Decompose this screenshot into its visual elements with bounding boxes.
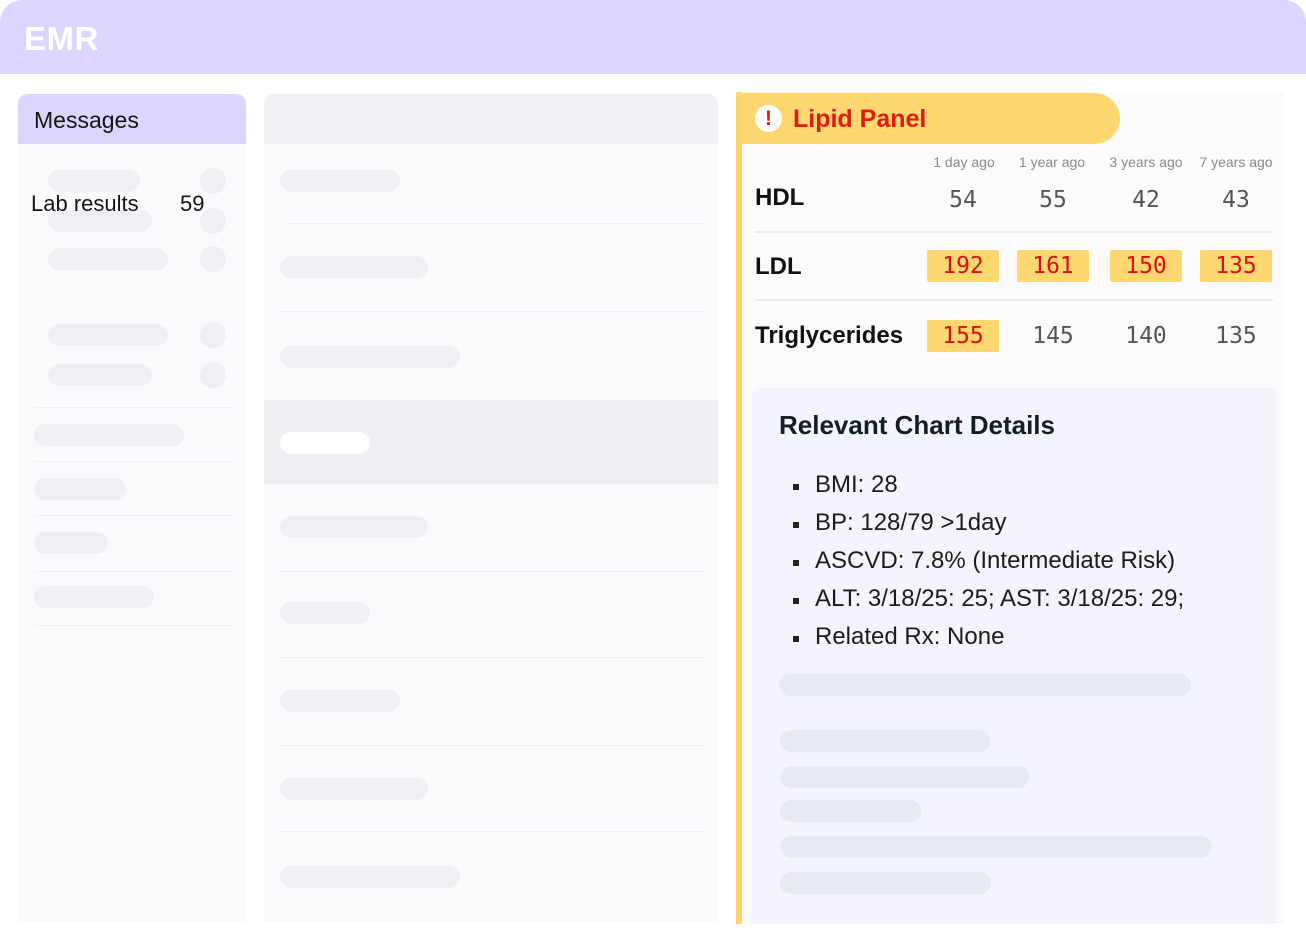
sidebar-item-placeholder[interactable]: [48, 248, 168, 270]
list-divider: [280, 745, 704, 746]
lab-detail-panel-accent: [736, 92, 742, 924]
sidebar-divider: [34, 571, 232, 572]
detail-item-ascvd: ASCVD: 7.8% (Intermediate Risk): [815, 547, 1176, 574]
sidebar-section-placeholder[interactable]: [34, 532, 108, 554]
list-divider: [288, 223, 704, 224]
sidebar-section-placeholder[interactable]: [34, 478, 126, 500]
sidebar-header[interactable]: Messages: [18, 94, 246, 144]
message-list-header: [264, 94, 718, 144]
detail-item-liver-enzymes: ALT: 3/18/25: 25; AST: 3/18/25: 29;: [815, 585, 1185, 612]
list-item-placeholder[interactable]: [280, 690, 400, 712]
column-header: 1 year ago: [1018, 154, 1086, 170]
list-divider: [280, 571, 704, 572]
sidebar-section-placeholder[interactable]: [34, 586, 154, 608]
triglycerides-value: 155: [927, 320, 999, 352]
list-divider: [280, 311, 704, 312]
sidebar-item-badge-placeholder: [200, 246, 226, 272]
alert-icon: !: [755, 105, 782, 132]
ldl-value: 192: [927, 250, 999, 282]
details-placeholder: [780, 836, 1212, 858]
sidebar-item-placeholder[interactable]: [48, 170, 140, 192]
sidebar-divider: [34, 407, 232, 408]
triglycerides-value: 140: [1125, 323, 1167, 349]
hdl-value: 42: [1132, 187, 1160, 213]
sidebar-divider: [34, 461, 232, 462]
sidebar-item-placeholder[interactable]: [48, 324, 168, 346]
app-header: EMR: [0, 0, 1306, 74]
list-item-placeholder[interactable]: [280, 170, 400, 192]
row-label-ldl: LDL: [755, 253, 802, 280]
hdl-value: 43: [1222, 187, 1250, 213]
bullet-marker: [793, 560, 799, 566]
lab-results-count: 59: [180, 191, 205, 216]
row-divider: [755, 231, 1273, 233]
app-title: EMR: [24, 20, 99, 57]
triglycerides-value: 145: [1032, 323, 1074, 349]
column-header: 7 years ago: [1199, 154, 1273, 170]
sidebar-divider: [34, 515, 232, 516]
column-header: 3 years ago: [1109, 154, 1183, 170]
triglycerides-value: 135: [1215, 323, 1257, 349]
sidebar-item-badge-placeholder: [200, 322, 226, 348]
bullet-marker: [793, 598, 799, 604]
hdl-value: 54: [949, 187, 977, 213]
bullet-marker: [793, 484, 799, 490]
list-item-placeholder[interactable]: [280, 346, 460, 368]
column-header: 1 day ago: [933, 154, 995, 170]
list-divider: [280, 657, 704, 658]
sidebar-title: Messages: [34, 107, 139, 133]
list-item-placeholder[interactable]: [280, 602, 370, 624]
ldl-value: 161: [1017, 250, 1089, 282]
details-placeholder: [780, 730, 990, 752]
list-item-placeholder[interactable]: [280, 866, 460, 888]
list-item-placeholder[interactable]: [280, 256, 428, 278]
row-label-hdl: HDL: [755, 184, 805, 211]
list-item-placeholder[interactable]: [280, 516, 428, 538]
hdl-value: 55: [1039, 187, 1067, 213]
chart-details-title: Relevant Chart Details: [779, 410, 1055, 440]
list-item-placeholder[interactable]: [280, 778, 428, 800]
bullet-marker: [793, 522, 799, 528]
list-divider: [280, 831, 704, 832]
sidebar-item-lab-results[interactable]: Lab results: [31, 191, 139, 217]
sidebar-section-placeholder[interactable]: [34, 424, 184, 446]
sidebar-divider: [34, 625, 232, 626]
detail-item-related-rx: Related Rx: None: [815, 623, 1005, 650]
detail-item-bp: BP: 128/79 >1day: [815, 509, 1007, 536]
bullet-marker: [793, 636, 799, 642]
row-divider: [755, 299, 1273, 301]
sidebar-item-placeholder[interactable]: [48, 364, 152, 386]
details-placeholder: [779, 674, 1191, 696]
list-item-selected-placeholder[interactable]: [280, 432, 370, 454]
detail-item-bmi: BMI: 28: [815, 471, 898, 498]
sidebar-item-badge-placeholder: [200, 362, 226, 388]
ldl-value: 135: [1200, 250, 1272, 282]
lipid-panel-title: Lipid Panel: [793, 105, 927, 133]
details-placeholder: [780, 872, 991, 894]
details-placeholder: [780, 800, 921, 822]
details-placeholder: [780, 766, 1029, 788]
ldl-value: 150: [1110, 250, 1182, 282]
row-label-triglycerides: Triglycerides: [755, 322, 904, 349]
